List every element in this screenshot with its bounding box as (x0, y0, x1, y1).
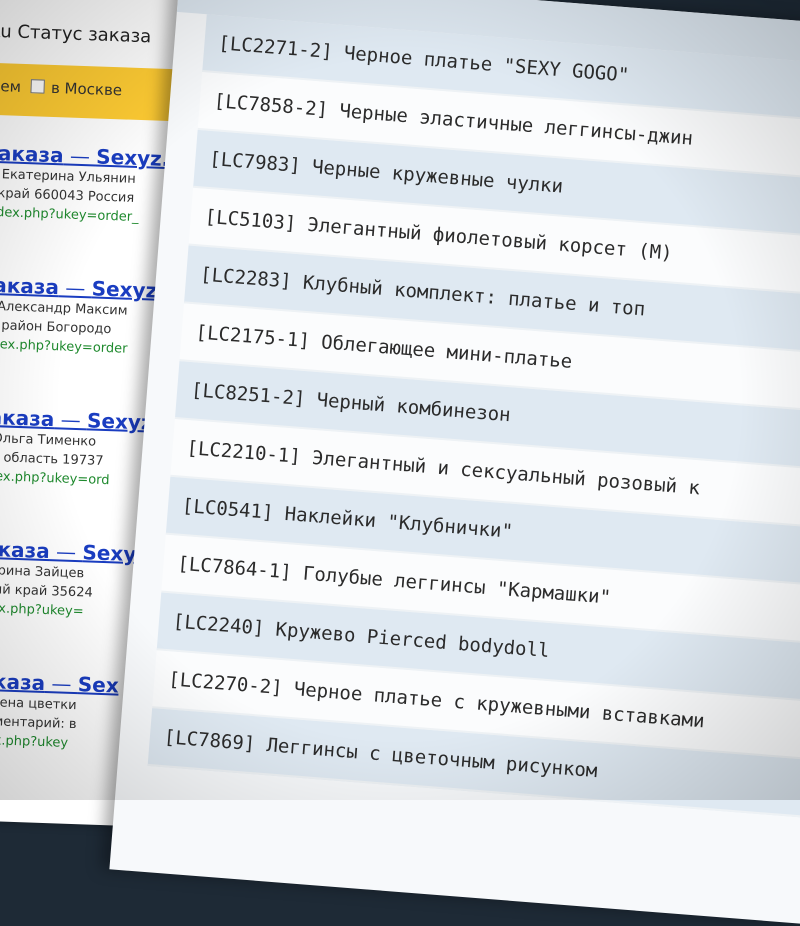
moscow-label: в Москве (50, 78, 123, 100)
search-query: Ru Статус заказа (0, 20, 152, 48)
product-list: [LC2271-2] Черное платье "SEXY GOGO" [LC… (147, 14, 800, 821)
region-label: нем (0, 76, 22, 96)
moscow-checkbox[interactable] (30, 79, 46, 94)
product-list-page: [LC2271-2] Черное платье "SEXY GOGO" [LC… (109, 0, 800, 926)
